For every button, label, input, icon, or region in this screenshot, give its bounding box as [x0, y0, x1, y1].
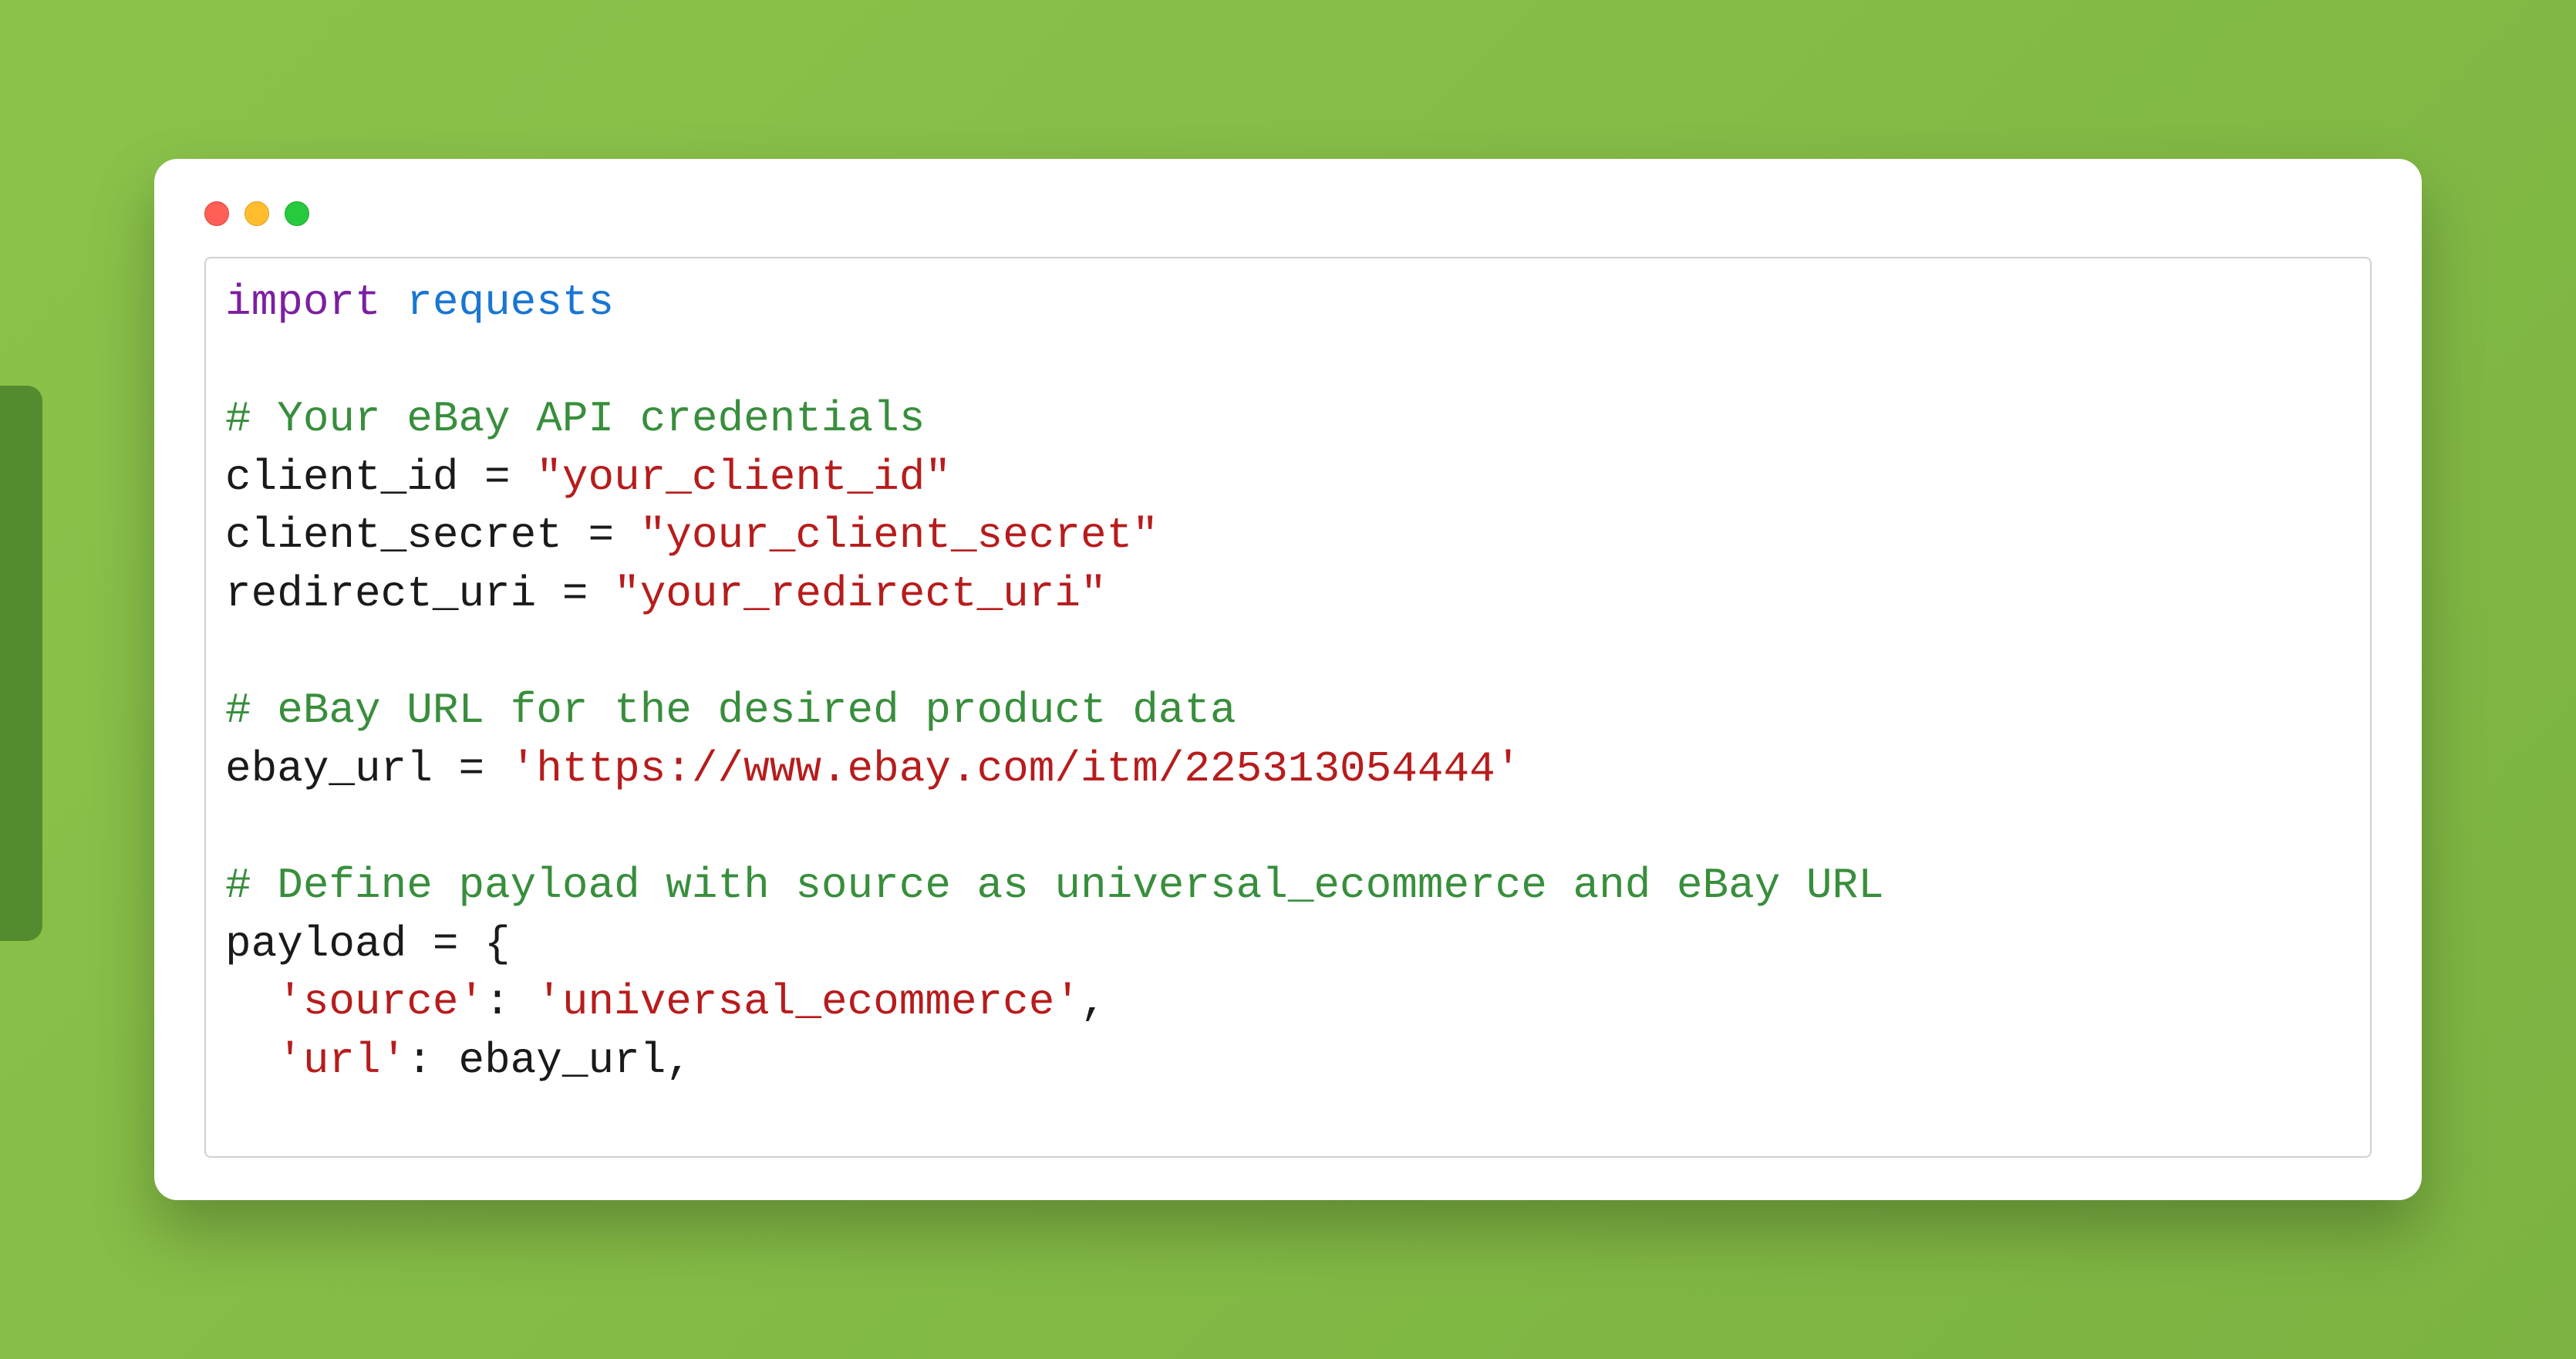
code-text: redirect_uri =: [225, 569, 614, 619]
code-string: "your_client_secret": [640, 511, 1158, 560]
code-string: 'url': [277, 1036, 406, 1085]
code-string: "your_redirect_uri": [614, 569, 1107, 619]
code-comment: # Your eBay API credentials: [225, 394, 925, 443]
code-string: 'source': [277, 977, 484, 1027]
maximize-icon[interactable]: [285, 201, 309, 226]
code-block: import requests # Your eBay API credenti…: [225, 274, 2351, 1090]
code-keyword: import: [225, 278, 381, 327]
code-string: 'universal_ecommerce': [536, 977, 1081, 1027]
code-window: import requests # Your eBay API credenti…: [154, 159, 2422, 1200]
code-string: "your_client_id": [536, 453, 951, 502]
code-string: 'https://www.ebay.com/itm/225313054444': [511, 744, 1522, 794]
code-text: client_secret =: [225, 511, 640, 560]
code-text: client_id =: [225, 453, 536, 502]
code-comment: # eBay URL for the desired product data: [225, 686, 1236, 735]
side-tab: [0, 386, 42, 941]
close-icon[interactable]: [204, 201, 229, 226]
code-editor[interactable]: import requests # Your eBay API credenti…: [204, 257, 2372, 1158]
code-module: requests: [381, 278, 614, 327]
minimize-icon[interactable]: [244, 201, 269, 226]
code-comment: # Define payload with source as universa…: [225, 861, 1884, 910]
code-text: payload = {: [225, 919, 511, 969]
code-text: ebay_url =: [225, 744, 511, 794]
window-titlebar: [204, 201, 2372, 257]
